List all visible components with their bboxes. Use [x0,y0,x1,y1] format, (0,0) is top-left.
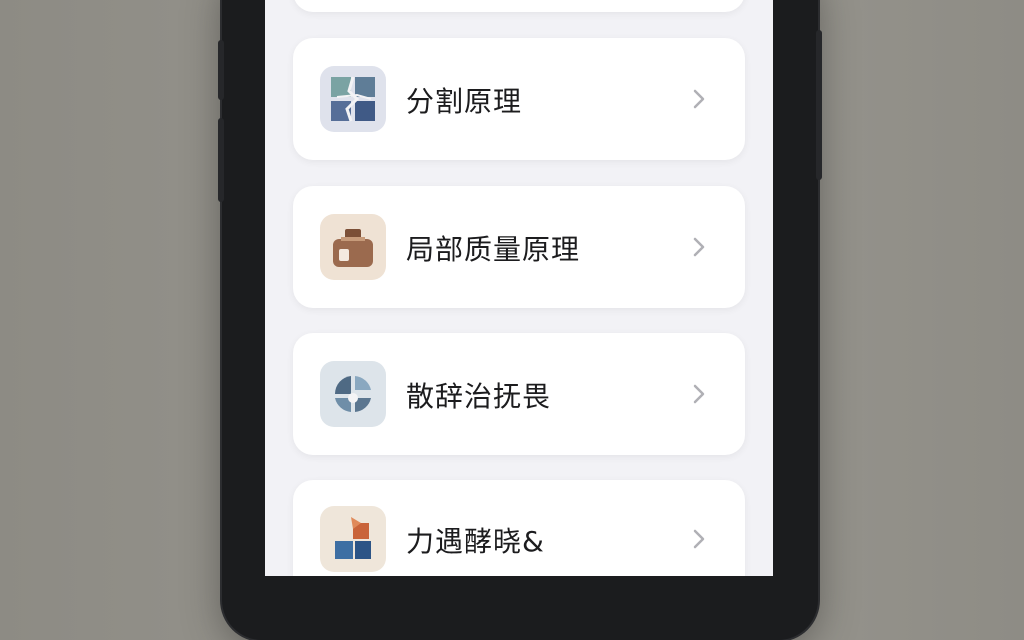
chevron-right-icon [687,527,711,551]
list-item[interactable]: 散辞治抚畏 [293,333,745,455]
phone-power-button [816,30,822,180]
app-screen: 分割原理 局部质量原理 散辞治抚畏 力遇酵晓& [265,0,773,576]
list-item-label: 局部质量原理 [406,233,581,266]
list-item[interactable]: 分割原理 [293,38,745,160]
phone-side-button [218,118,224,202]
list-item-label: 力遇酵晓& [406,525,545,558]
list-item-label: 散辞治抚畏 [406,380,552,413]
list-item-label: 分割原理 [406,85,523,118]
list-item[interactable]: 局部质量原理 [293,186,745,308]
dispersion-icon [320,361,386,427]
chevron-right-icon [687,382,711,406]
puzzle-icon [320,506,386,572]
segmentation-icon [320,66,386,132]
chevron-right-icon [687,87,711,111]
chevron-right-icon [687,235,711,259]
phone-side-button [218,40,224,100]
list-item[interactable]: 力遇酵晓& [293,480,745,576]
list-item-partial[interactable] [293,0,745,12]
local-quality-icon [320,214,386,280]
